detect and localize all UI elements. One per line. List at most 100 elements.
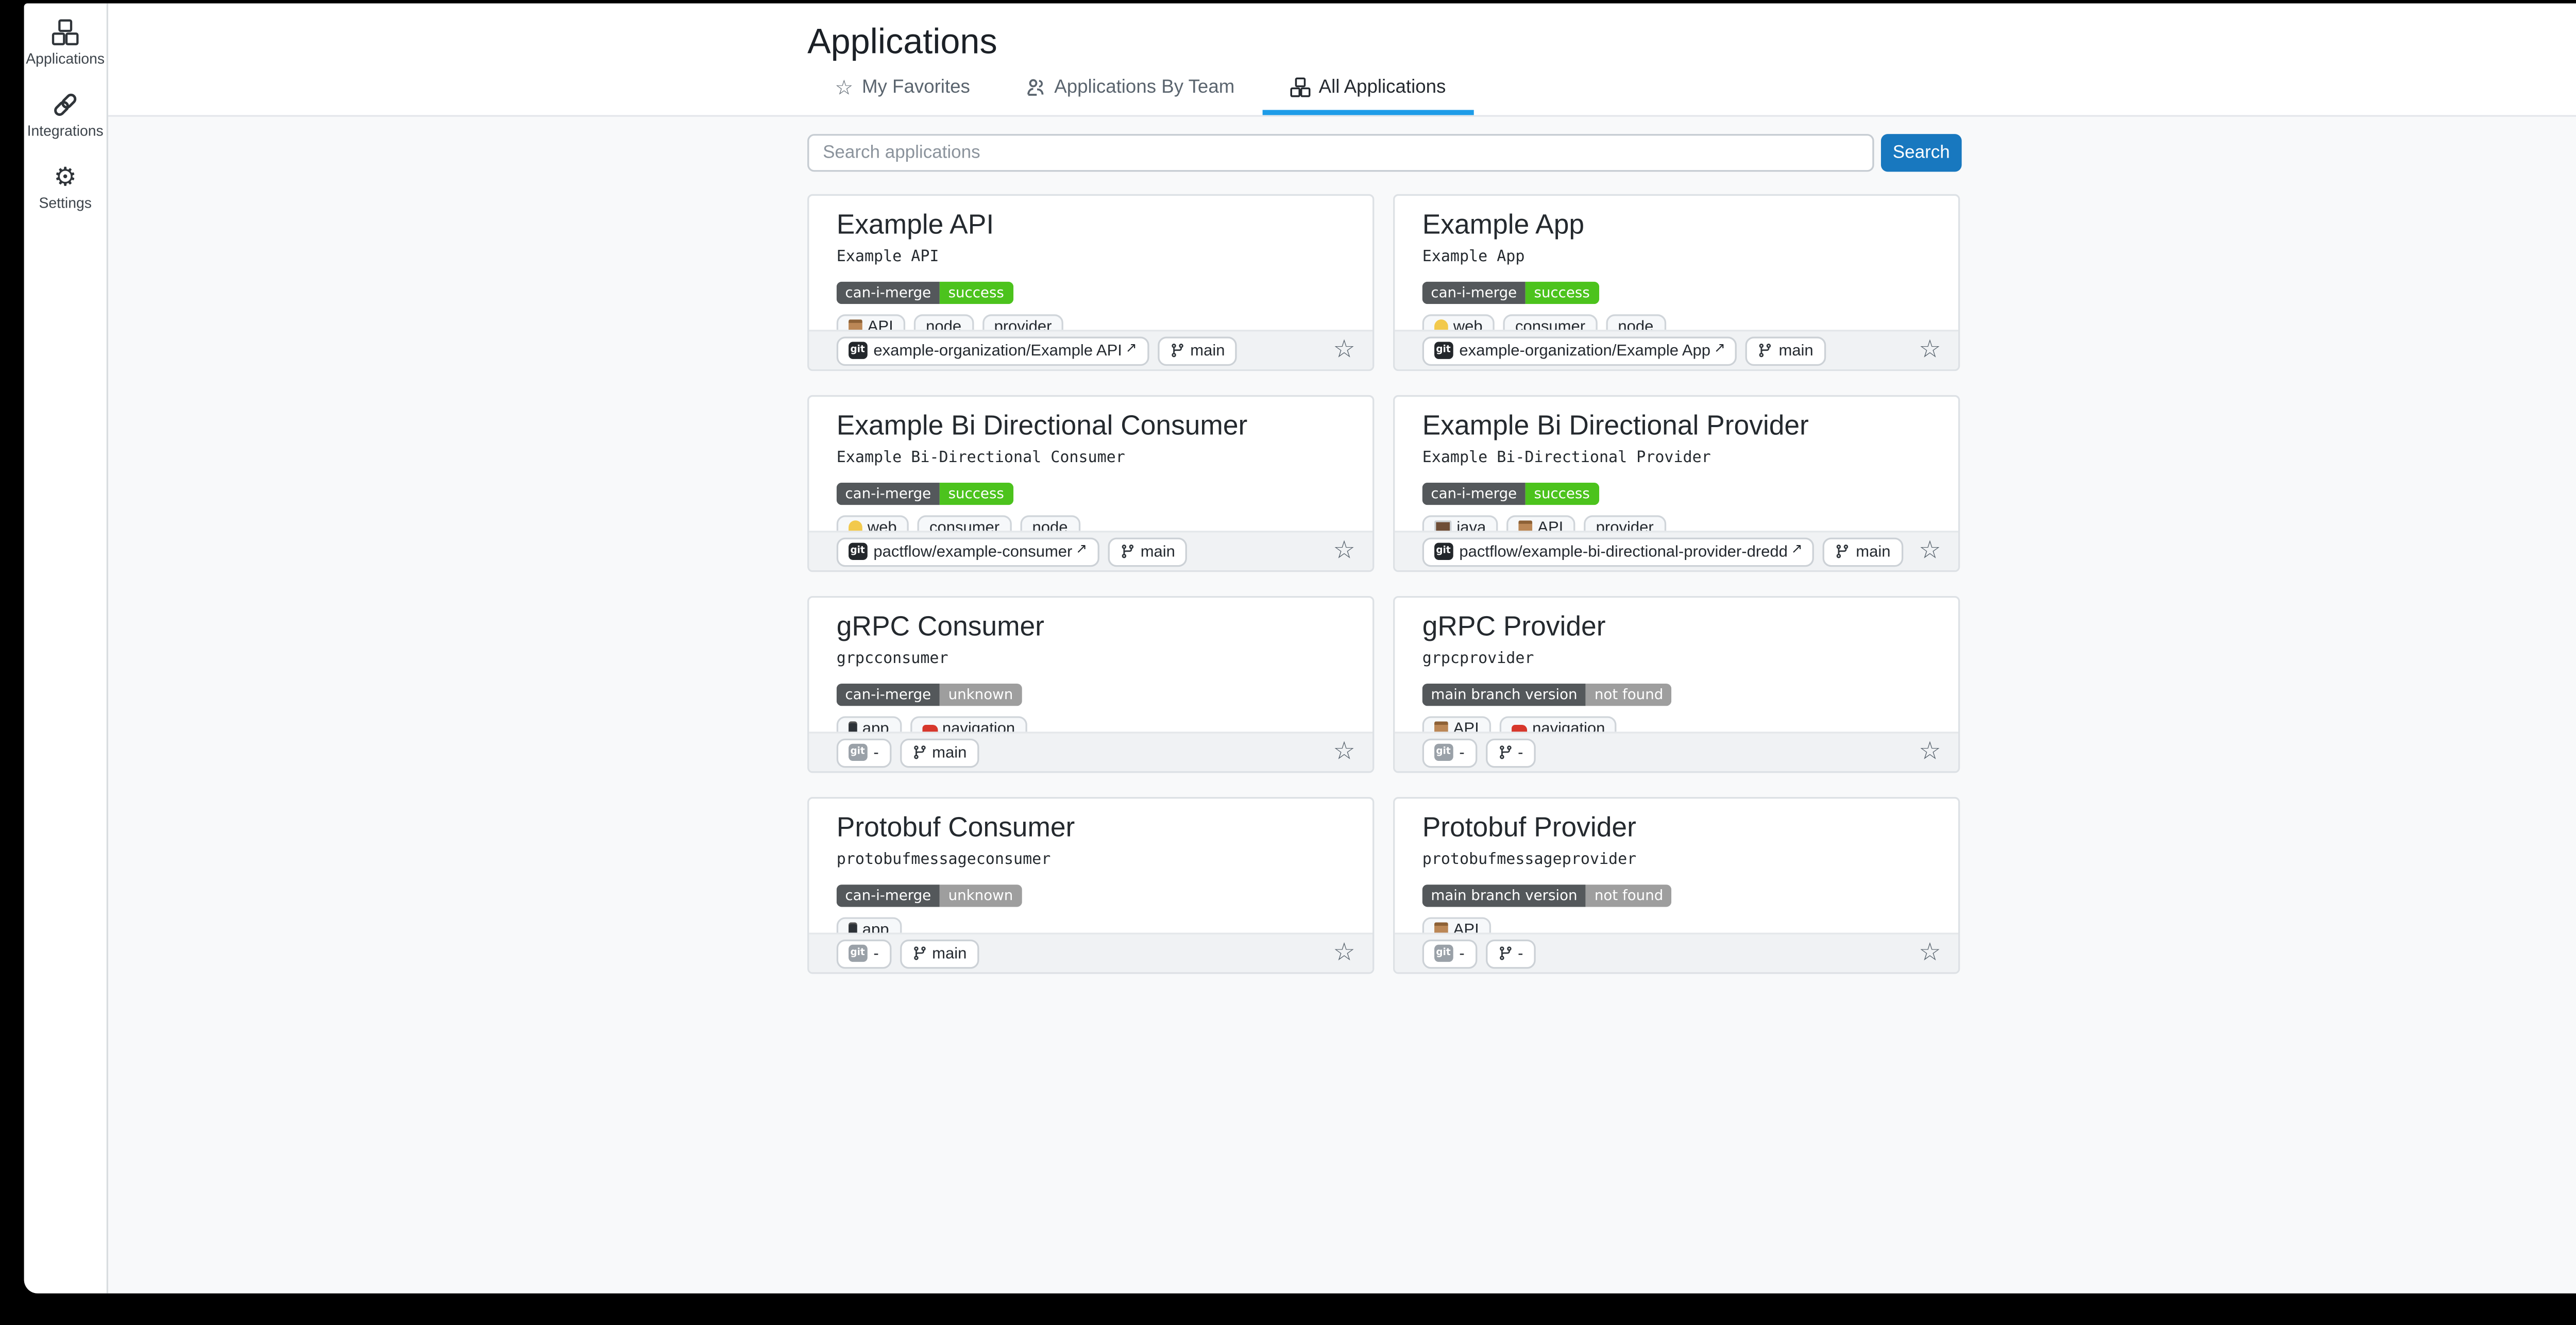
favorite-star-button[interactable]: ☆	[1919, 539, 1941, 564]
git-branch-icon	[1758, 342, 1773, 359]
application-id: grpcprovider	[1422, 651, 1931, 670]
status-badge: can-i-mergesuccess	[1422, 282, 1599, 304]
repo-link[interactable]: gitexample-organization/Example App↗	[1422, 336, 1738, 365]
branch-chip[interactable]: main	[1823, 537, 1903, 566]
repo-link[interactable]: gitpactflow/example-bi-directional-provi…	[1422, 537, 1815, 566]
sidebar-item-label: Integrations	[27, 122, 104, 139]
status-badge: can-i-mergesuccess	[837, 282, 1013, 304]
git-icon: git	[849, 542, 867, 560]
repo-link[interactable]: git-	[837, 738, 891, 767]
card-footer: git- - ☆	[1395, 732, 1958, 771]
sidebar-item-label: Applications	[26, 50, 105, 67]
branch-chip[interactable]: main	[1158, 336, 1237, 365]
application-id: Example API	[837, 249, 1345, 268]
search-input[interactable]	[807, 134, 1874, 172]
tab-applications-by-team[interactable]: Applications By Team	[997, 77, 1262, 115]
gear-icon: ⚙	[52, 163, 79, 191]
application-cards-grid: Example API Example API can-i-mergesucce…	[807, 194, 1962, 974]
tab-bar: ☆ My Favorites	[807, 77, 2576, 115]
repo-link[interactable]: gitpactflow/example-consumer↗	[837, 537, 1099, 566]
repo-link[interactable]: git-	[1422, 939, 1477, 968]
favorite-star-button[interactable]: ☆	[1333, 740, 1355, 765]
sidebar-item-integrations[interactable]: Integrations	[24, 91, 107, 139]
application-card[interactable]: gRPC Consumer grpcconsumer can-i-mergeun…	[807, 596, 1374, 773]
sidebar: Applications Integrations ⚙ Sett	[24, 4, 108, 1294]
git-icon: git	[1434, 542, 1452, 560]
application-card[interactable]: Example API Example API can-i-mergesucce…	[807, 194, 1374, 371]
repo-link[interactable]: git-	[837, 939, 891, 968]
application-title: gRPC Provider	[1422, 611, 1931, 644]
git-branch-icon	[1497, 744, 1513, 761]
branch-chip[interactable]: main	[900, 939, 979, 968]
application-title: Example API	[837, 210, 1345, 242]
application-card[interactable]: Example Bi Directional Consumer Example …	[807, 395, 1374, 572]
page-title: Applications	[807, 24, 2576, 62]
tab-all-applications[interactable]: All Applications	[1262, 77, 1473, 115]
application-id: protobufmessageconsumer	[837, 852, 1345, 871]
branch-chip[interactable]: main	[900, 738, 979, 767]
card-footer: gitexample-organization/Example API↗ mai…	[809, 330, 1372, 369]
external-link-icon: ↗	[1126, 334, 1137, 360]
favorite-star-button[interactable]: ☆	[1919, 740, 1941, 765]
card-footer: git- - ☆	[1395, 932, 1958, 972]
repo-link[interactable]: git-	[1422, 738, 1477, 767]
git-branch-icon	[1835, 543, 1851, 560]
external-link-icon: ↗	[1714, 334, 1725, 360]
favorite-star-button[interactable]: ☆	[1333, 338, 1355, 363]
application-card[interactable]: Example App Example App can-i-mergesucce…	[1393, 194, 1960, 371]
star-icon: ☆	[835, 77, 853, 98]
git-icon: git	[1434, 944, 1452, 962]
external-link-icon: ↗	[1791, 535, 1803, 561]
page: Applications Integrations ⚙ Sett	[0, 0, 2576, 1325]
page-header: Applications ☆ My Favorites	[108, 4, 2576, 117]
git-icon: git	[849, 944, 867, 962]
git-icon: git	[1434, 743, 1452, 761]
git-icon: git	[849, 342, 867, 360]
card-footer: git- main ☆	[809, 732, 1372, 771]
application-card[interactable]: Protobuf Consumer protobufmessageconsume…	[807, 797, 1374, 974]
favorite-star-button[interactable]: ☆	[1333, 539, 1355, 564]
branch-chip[interactable]: -	[1485, 738, 1535, 767]
status-badge: can-i-mergeunknown	[837, 885, 1022, 907]
application-title: Example Bi Directional Provider	[1422, 411, 1931, 443]
application-id: protobufmessageprovider	[1422, 852, 1931, 871]
search-button[interactable]: Search	[1881, 134, 1962, 172]
sidebar-item-applications[interactable]: Applications	[24, 19, 107, 67]
git-branch-icon	[1170, 342, 1185, 359]
application-title: Example Bi Directional Consumer	[837, 411, 1345, 443]
tab-my-favorites[interactable]: ☆ My Favorites	[807, 77, 997, 115]
status-badge: can-i-mergesuccess	[837, 483, 1013, 505]
sidebar-item-label: Settings	[39, 194, 91, 211]
app-window: Applications Integrations ⚙ Sett	[24, 4, 2576, 1294]
application-card[interactable]: Protobuf Provider protobufmessageprovide…	[1393, 797, 1960, 974]
branch-chip[interactable]: main	[1108, 537, 1187, 566]
external-link-icon: ↗	[1076, 535, 1087, 561]
application-id: Example Bi-Directional Provider	[1422, 450, 1931, 469]
status-badge: main branch versionnot found	[1422, 684, 1672, 706]
git-icon: git	[849, 743, 867, 761]
application-id: Example Bi-Directional Consumer	[837, 450, 1345, 469]
card-footer: gitpactflow/example-consumer↗ main ☆	[809, 531, 1372, 570]
application-card[interactable]: gRPC Provider grpcprovider main branch v…	[1393, 596, 1960, 773]
card-footer: git- main ☆	[809, 932, 1372, 972]
favorite-star-button[interactable]: ☆	[1333, 941, 1355, 965]
main-area: Applications ☆ My Favorites	[108, 4, 2576, 1294]
favorite-star-button[interactable]: ☆	[1919, 941, 1941, 965]
application-title: Protobuf Provider	[1422, 812, 1931, 845]
applications-cubes-icon	[52, 19, 79, 46]
application-id: grpcconsumer	[837, 651, 1345, 670]
favorite-star-button[interactable]: ☆	[1919, 338, 1941, 363]
application-title: gRPC Consumer	[837, 611, 1345, 644]
git-icon: git	[1434, 342, 1452, 360]
tab-label: All Applications	[1319, 77, 1446, 98]
card-footer: gitexample-organization/Example App↗ mai…	[1395, 330, 1958, 369]
sidebar-item-settings[interactable]: ⚙ Settings	[24, 163, 107, 211]
git-branch-icon	[1497, 945, 1513, 962]
status-badge: can-i-mergesuccess	[1422, 483, 1599, 505]
branch-chip[interactable]: main	[1746, 336, 1825, 365]
git-branch-icon	[1120, 543, 1136, 560]
repo-link[interactable]: gitexample-organization/Example API↗	[837, 336, 1149, 365]
application-card[interactable]: Example Bi Directional Provider Example …	[1393, 395, 1960, 572]
team-icon	[1025, 77, 1046, 98]
branch-chip[interactable]: -	[1485, 939, 1535, 968]
